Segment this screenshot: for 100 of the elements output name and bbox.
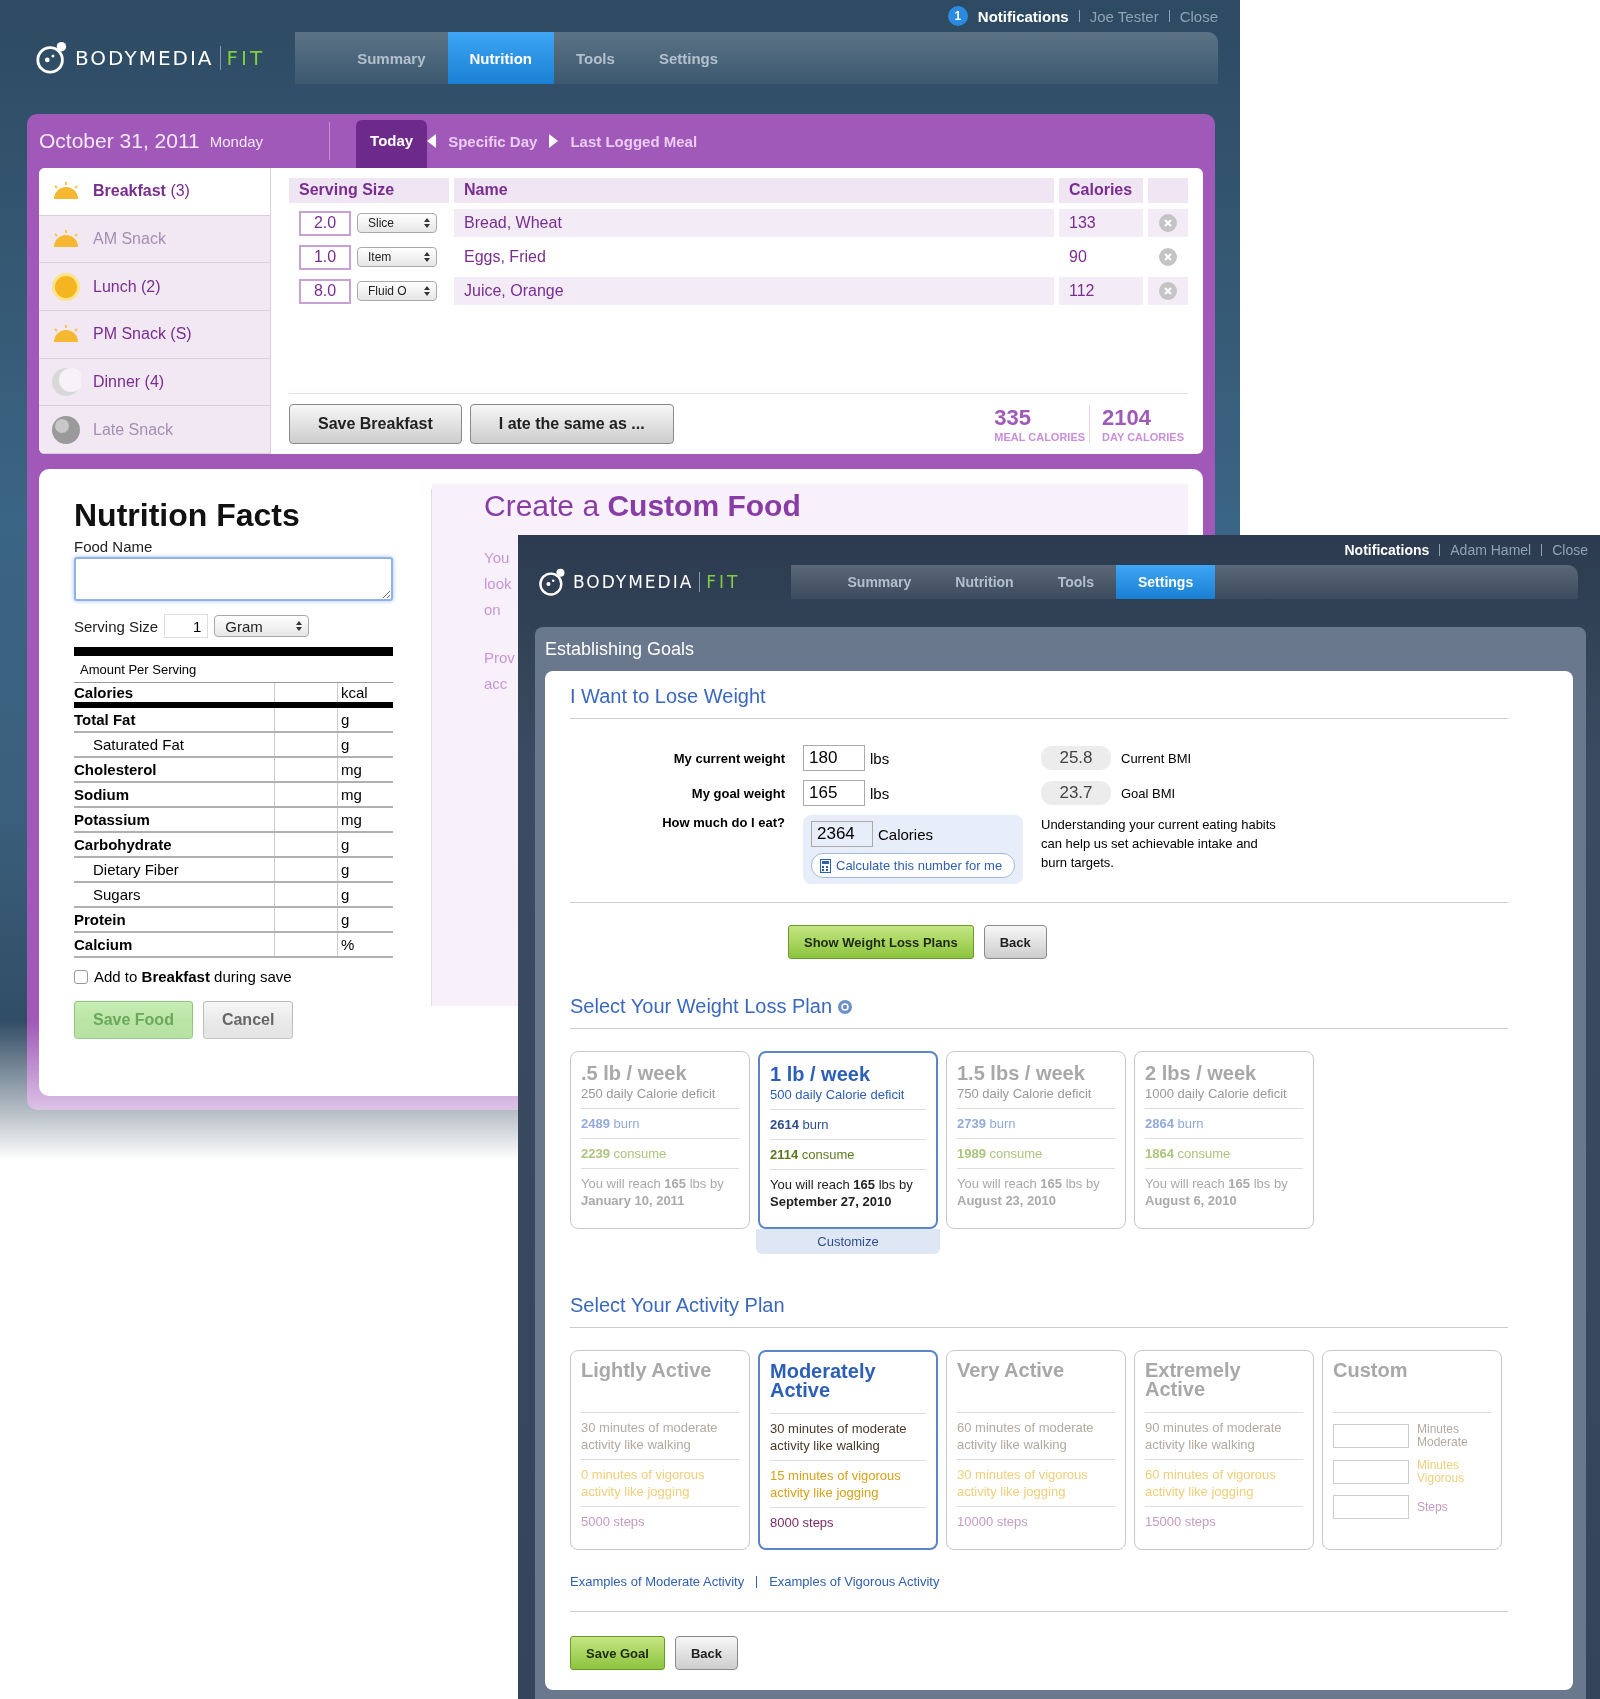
- nutrient-value-field[interactable]: [274, 883, 338, 906]
- nav-tab[interactable]: Tools: [1035, 565, 1116, 599]
- close-link[interactable]: Close: [1552, 542, 1588, 559]
- description-text: on: [484, 600, 501, 620]
- nutrient-name: Saturated Fat: [92, 736, 185, 753]
- amount-field[interactable]: 1.0: [299, 244, 351, 270]
- back-button[interactable]: Back: [674, 1636, 738, 1670]
- right-arrow-icon[interactable]: [549, 134, 559, 148]
- weight-plan-card[interactable]: 1 lb / week 500 daily Calorie deficit 2614 burn 2114 consume You will reach 165 lbs by September 27, 2010: [758, 1051, 938, 1229]
- calories-field[interactable]: 2364: [811, 821, 873, 847]
- nav-tab[interactable]: Summary: [825, 565, 934, 599]
- sunrise-icon: [51, 230, 81, 248]
- header-cell-background: [1148, 178, 1188, 203]
- bmi-label: Current BMI: [1121, 750, 1192, 766]
- user-link[interactable]: Adam Hamel: [1450, 542, 1532, 559]
- unit-label: lbs: [870, 784, 890, 802]
- calculator-icon: [820, 858, 831, 873]
- nutrient-unit: g: [340, 911, 351, 928]
- user-link[interactable]: Joe Tester: [1089, 7, 1159, 25]
- customize-tab[interactable]: Customize: [756, 1229, 940, 1254]
- amount-field[interactable]: 8.0: [299, 278, 351, 304]
- calories-cell: 112: [1059, 277, 1143, 305]
- logo-brand: BODYMEDIA: [572, 572, 694, 593]
- nutrient-value-field[interactable]: [274, 833, 338, 856]
- checkbox[interactable]: [74, 969, 88, 984]
- food-name-cell: Bread, Wheat: [454, 209, 1054, 237]
- section-title: Select Your Activity Plan: [570, 1294, 1508, 1328]
- unit-label: Calories: [878, 825, 934, 843]
- remove-icon[interactable]: [1159, 248, 1177, 266]
- remove-icon[interactable]: [1159, 214, 1177, 232]
- nav-tab[interactable]: Nutrition: [447, 32, 554, 84]
- nutrient-value-field[interactable]: [274, 808, 338, 831]
- meal-item[interactable]: PM Snack (S): [39, 311, 270, 359]
- logo-icon: [35, 41, 69, 75]
- meal-action-button[interactable]: Save Breakfast: [289, 404, 462, 444]
- unit-select[interactable]: Gram: [214, 615, 310, 637]
- unit-select[interactable]: Fluid O: [357, 281, 437, 301]
- amount-per-serving-label: Amount Per Serving: [74, 656, 393, 683]
- close-link[interactable]: Close: [1179, 7, 1218, 25]
- calculate-button[interactable]: Calculate this number for me: [811, 853, 1015, 878]
- logo-brand: BODYMEDIA: [75, 46, 214, 70]
- dropdown-arrows-icon: [424, 218, 430, 228]
- nutrient-value-field[interactable]: [274, 783, 338, 806]
- nutrient-name: Calories: [74, 684, 135, 701]
- nutrient-value-field[interactable]: [274, 683, 338, 702]
- note-text: Understanding your current eating habits can help us set achievable intake and burn targets.: [1041, 816, 1277, 872]
- nav-tab[interactable]: Settings: [1115, 565, 1216, 599]
- notifications-link[interactable]: Notifications: [977, 7, 1069, 25]
- nutrient-value-field[interactable]: [274, 858, 338, 881]
- moon-icon: [51, 414, 81, 445]
- serving-size-field[interactable]: 1: [164, 614, 209, 638]
- calories-cell: 133: [1059, 209, 1143, 237]
- left-arrow-icon[interactable]: [427, 134, 437, 148]
- back-button[interactable]: Back: [983, 925, 1047, 959]
- remove-icon[interactable]: [1159, 282, 1177, 300]
- nutrient-value-field[interactable]: [274, 908, 338, 931]
- nutrient-unit: mg: [340, 761, 363, 778]
- meal-action-button[interactable]: I ate the same as ...: [469, 404, 674, 444]
- notification-badge: 1: [947, 6, 968, 26]
- food-name-field[interactable]: [74, 557, 393, 601]
- show-plans-button[interactable]: Show Weight Loss Plans: [788, 925, 974, 959]
- nutrient-value-field[interactable]: [274, 758, 338, 781]
- activity-plan-card[interactable]: Moderately Active 30 minutes of moderate activity like walking 15 minutes of vigorous activity like jogging 8000 steps: [758, 1350, 938, 1550]
- dropdown-arrows-icon: [296, 621, 303, 631]
- food-name-label: Food Name: [74, 538, 154, 555]
- calorie-total-label: MEAL CALORIES: [994, 431, 1086, 443]
- nutrient-value-field[interactable]: [274, 708, 338, 731]
- examples-link[interactable]: Examples of Moderate Activity: [570, 1574, 745, 1589]
- section-title: I Want to Lose Weight: [570, 685, 1508, 719]
- column-header: Serving Size: [289, 178, 449, 203]
- dropdown-arrows-icon: [424, 252, 430, 262]
- weight-field[interactable]: 165: [803, 780, 865, 806]
- meal-item[interactable]: Dinner (4): [39, 358, 270, 407]
- examples-link[interactable]: Examples of Vigorous Activity: [769, 1574, 940, 1589]
- nutrient-unit: g: [340, 711, 351, 728]
- nutrient-unit: g: [340, 736, 351, 753]
- nutrient-value-field[interactable]: [274, 733, 338, 756]
- nutrient-name: Total Fat: [74, 711, 137, 728]
- column-header: Calories: [1059, 178, 1143, 203]
- help-icon[interactable]: [838, 999, 853, 1014]
- field-label: My goal weight: [690, 785, 785, 801]
- notifications-link[interactable]: Notifications: [1344, 542, 1430, 559]
- day-nav-tab[interactable]: Today: [356, 120, 428, 168]
- amount-field[interactable]: 2.0: [299, 210, 351, 236]
- nutrient-name: Potassium: [74, 811, 151, 828]
- save-goal-button[interactable]: Save Goal: [570, 1636, 665, 1670]
- description-text: acc: [484, 674, 508, 694]
- cancel-button[interactable]: Cancel: [202, 1001, 294, 1039]
- meal-item[interactable]: Lunch (2): [39, 263, 270, 311]
- unit-select[interactable]: Slice: [357, 213, 437, 233]
- nutrient-name: Calcium: [74, 936, 134, 953]
- nutrient-unit: %: [340, 936, 356, 953]
- unit-select[interactable]: Item: [357, 247, 437, 267]
- description-text: look: [484, 574, 512, 594]
- nutrient-unit: mg: [340, 786, 363, 803]
- meal-item[interactable]: Breakfast (3): [39, 168, 270, 216]
- custom-food-title: Create a Custom Food: [484, 489, 802, 523]
- nav-tab[interactable]: Nutrition: [933, 565, 1036, 599]
- weight-field[interactable]: 180: [803, 745, 865, 771]
- nutrient-value-field[interactable]: [274, 933, 338, 956]
